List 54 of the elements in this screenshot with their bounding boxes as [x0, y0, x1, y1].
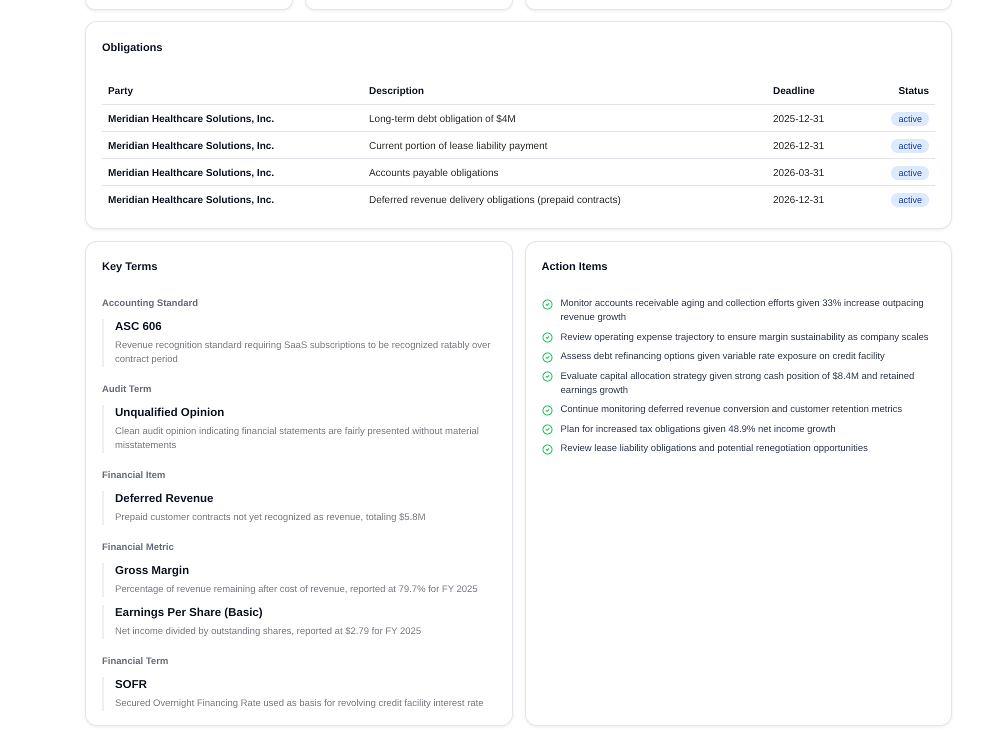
action-item-text: Monitor accounts receivable aging and collection efforts given 33% increase outpacing revenue growth — [560, 297, 925, 325]
action-item-text: Review lease liability obligations and potential renegotiation opportunities — [560, 442, 868, 456]
category-label: Financial Item — [102, 469, 166, 483]
term-description: Revenue recognition standard requiring SaaS subscriptions to be recognized ratably over contract period — [115, 339, 492, 367]
term-name: Unqualified Opinion — [115, 406, 226, 421]
column-header: Status — [898, 86, 929, 98]
term-description: Net income divided by outstanding shares, reported at $2.79 for FY 2025 — [115, 625, 422, 639]
obligation-description: Deferred revenue delivery obligations (prepaid contracts) — [369, 194, 621, 206]
check-circle-icon — [542, 404, 552, 416]
party-name: Meridian Healthcare Solutions, Inc. — [108, 140, 274, 152]
obligation-description: Accounts payable obligations — [369, 168, 499, 178]
category-label: Financial Metric — [102, 541, 175, 555]
action-item-text: Plan for increased tax obligations given 48.9% net income growth — [560, 422, 836, 436]
deadline-date: 2026-12-31 — [773, 140, 824, 152]
check-circle-icon — [542, 424, 552, 435]
term-description: Percentage of revenue remaining after cost of revenue, reported at 79.7% for FY 2025 — [115, 583, 479, 597]
card-title: Action Items — [542, 260, 609, 274]
party-name: Meridian Healthcare Solutions, Inc. — [108, 168, 274, 178]
check-circle-icon — [542, 371, 552, 382]
deadline-date: 2026-12-31 — [773, 194, 824, 206]
obligation-description: Current portion of lease liability payment — [369, 140, 548, 152]
category-label: Audit Term — [102, 383, 152, 397]
term-name: Gross Margin — [115, 564, 190, 579]
term-description: Secured Overnight Financing Rate used as basis for revolving credit facility interest rate — [115, 697, 485, 711]
obligation-description: Long-term debt obligation of $4M — [369, 114, 516, 124]
status-badge: active — [891, 166, 929, 180]
status-badge: active — [891, 138, 929, 152]
check-circle-icon — [542, 332, 552, 343]
column-header: Party — [108, 86, 134, 98]
term-name: ASC 606 — [115, 320, 163, 335]
term-name: Deferred Revenue — [115, 492, 214, 507]
check-circle-icon — [542, 444, 552, 454]
status-badge: active — [891, 112, 929, 126]
card-title: Key Terms — [102, 260, 158, 274]
deadline-date: 2025-12-31 — [773, 114, 824, 124]
term-description: Clean audit opinion indicating financial statements are fairly presented without material misstatements — [115, 425, 480, 453]
party-name: Meridian Healthcare Solutions, Inc. — [108, 194, 274, 206]
deadline-date: 2026-03-31 — [773, 168, 824, 178]
term-name: Earnings Per Share (Basic) — [115, 606, 264, 621]
status-badge: active — [891, 192, 929, 207]
action-item-text: Evaluate capital allocation strategy given strong cash position of $8.4M and retained earnings growth — [560, 370, 916, 398]
category-label: Financial Term — [102, 655, 170, 669]
term-description: Prepaid customer contracts not yet recognized as revenue, totaling $5.8M — [115, 511, 427, 525]
column-header: Description — [369, 86, 424, 98]
term-name: SOFR — [115, 678, 148, 693]
action-item-text: Review operating expense trajectory to ensure margin sustainability as company scales — [560, 330, 929, 344]
check-circle-icon — [542, 352, 552, 362]
check-circle-icon — [542, 298, 552, 310]
column-header: Deadline — [773, 86, 815, 98]
card-title: Obligations — [102, 41, 164, 55]
action-item-text: Continue monitoring deferred revenue conversion and customer retention metrics — [560, 403, 902, 417]
party-name: Meridian Healthcare Solutions, Inc. — [108, 114, 274, 124]
category-label: Accounting Standard — [102, 297, 200, 311]
action-item-text: Assess debt refinancing options given variable rate exposure on credit facility — [560, 350, 885, 364]
